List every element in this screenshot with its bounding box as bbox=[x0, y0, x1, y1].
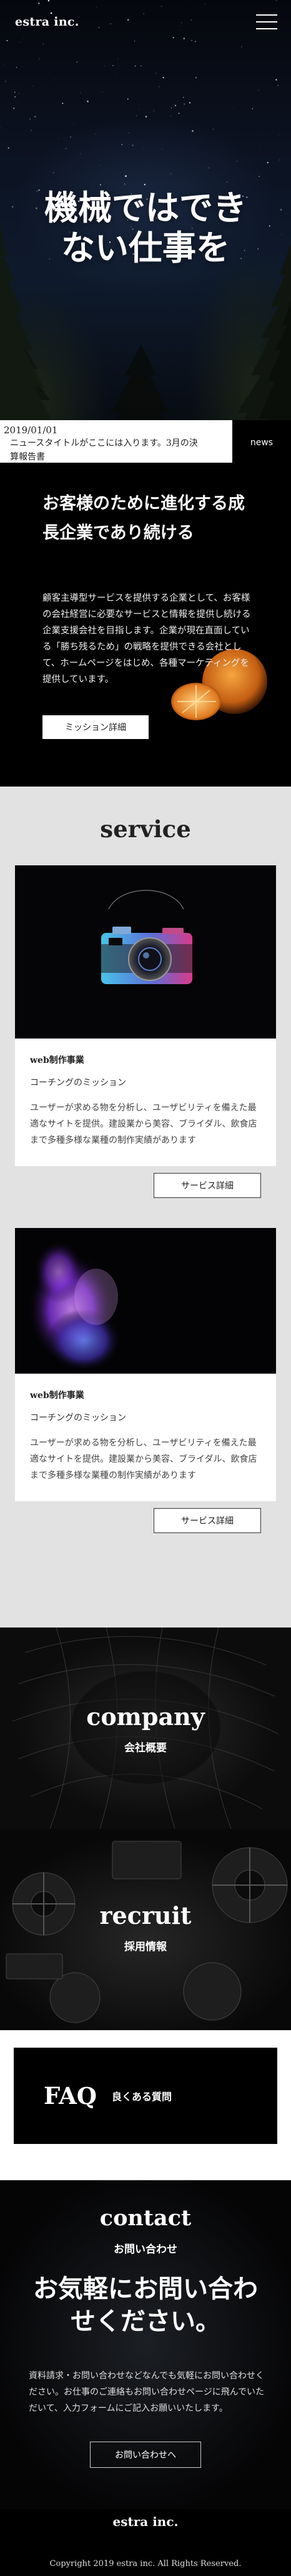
camera-icon bbox=[15, 865, 276, 1039]
site-logo[interactable]: estra inc. bbox=[15, 15, 79, 29]
service-card-body: web制作事業 コーチングのミッション ユーザーが求める物を分析し、ユーザビリテ… bbox=[15, 1039, 276, 1166]
hero-title-line2: ない仕事を bbox=[61, 228, 230, 268]
faq-subtitle: 良くある質問 bbox=[112, 2091, 172, 2103]
recruit-subtitle: 採用情報 bbox=[124, 1941, 167, 1953]
smoke-icon bbox=[15, 1228, 276, 1374]
site-footer: estra inc. Copyright 2019 estra inc. All… bbox=[0, 2509, 291, 2576]
news-title-line2: 算報告書 bbox=[10, 452, 45, 462]
service-title: service bbox=[100, 815, 191, 843]
service-card-description: ユーザーが求める物を分析し、ユーザビリティを備えた最適なサイトを提供。建設業から… bbox=[30, 1103, 257, 1145]
hero-title: 機械ではでき ない仕事を bbox=[0, 188, 291, 268]
news-item[interactable]: 2019/01/01 ニュースタイトルがここには入ります。3月の決 算報告書 bbox=[0, 420, 232, 463]
about-heading: お客様のために進化する成長企業であり続ける bbox=[42, 494, 245, 543]
service-card-body: web制作事業 コーチングのミッション ユーザーが求める物を分析し、ユーザビリテ… bbox=[15, 1374, 276, 1501]
faq-title: FAQ bbox=[44, 2082, 97, 2110]
contact-section: contact お問い合わせ お気軽にお問い合わ せください。 資料請求・お問い… bbox=[0, 2180, 291, 2509]
hamburger-menu-icon[interactable] bbox=[256, 14, 277, 29]
service-card-subtitle: コーチングのミッション bbox=[30, 1413, 126, 1423]
contact-title: contact bbox=[99, 2205, 192, 2231]
service-section: service web制作事業 コーチングのミッション ユーザーが求める物を分析… bbox=[0, 787, 291, 1628]
service-card-tag: web制作事業 bbox=[30, 1391, 84, 1401]
faq-link-block[interactable]: FAQ 良くある質問 bbox=[14, 2048, 277, 2144]
company-link-block[interactable]: company 会社概要 bbox=[0, 1628, 291, 1829]
machinery-image bbox=[6, 1841, 288, 2023]
hero-title-line1: 機械ではでき bbox=[44, 188, 247, 228]
contact-button[interactable]: お問い合わせへ bbox=[90, 2442, 201, 2468]
mission-detail-button[interactable]: ミッション詳細 bbox=[42, 715, 149, 739]
purple-smoke-image bbox=[15, 1228, 276, 1374]
faq-section: FAQ 良くある質問 bbox=[0, 2030, 291, 2180]
service-card: web制作事業 コーチングのミッション ユーザーが求める物を分析し、ユーザビリテ… bbox=[15, 865, 276, 1198]
about-section: お客様のために進化する成長企業であり続ける 顧客主導型サービスを提供する企業とし… bbox=[0, 463, 291, 787]
news-title-line1: ニュースタイトルがここには入ります。3月の決 bbox=[10, 438, 198, 448]
contact-headline: お気軽にお問い合わ せください。 bbox=[0, 2273, 291, 2338]
company-title: company bbox=[86, 1703, 205, 1731]
news-date: 2019/01/01 bbox=[4, 425, 58, 436]
copyright-text: Copyright 2019 estra inc. All Rights Res… bbox=[49, 2559, 242, 2568]
news-bar: 2019/01/01 ニュースタイトルがここには入ります。3月の決 算報告書 n… bbox=[0, 420, 291, 463]
news-label[interactable]: news bbox=[232, 420, 291, 463]
service-card-subtitle: コーチングのミッション bbox=[30, 1078, 126, 1088]
about-body: 顧客主導型サービスを提供する企業として、お客様の会社経営に必要なサービスと情報を… bbox=[42, 593, 251, 685]
contact-body: 資料請求・お問い合わせなどなんでも気軽にお問い合わせください。お仕事のご連絡もお… bbox=[29, 2371, 265, 2413]
recruit-title: recruit bbox=[99, 1901, 192, 1929]
service-card: web制作事業 コーチングのミッション ユーザーが求める物を分析し、ユーザビリテ… bbox=[15, 1228, 276, 1533]
contact-subtitle: お問い合わせ bbox=[114, 2243, 177, 2256]
service-card-tag: web制作事業 bbox=[30, 1055, 84, 1065]
site-header: estra inc. bbox=[0, 0, 291, 44]
contact-headline-line1: お気軽にお問い合わ bbox=[33, 2274, 258, 2303]
footer-logo[interactable]: estra inc. bbox=[0, 2514, 291, 2529]
company-subtitle: 会社概要 bbox=[124, 1742, 167, 1754]
service-card-description: ユーザーが求める物を分析し、ユーザビリティを備えた最適なサイトを提供。建設業から… bbox=[30, 1438, 257, 1481]
service-detail-button[interactable]: サービス詳細 bbox=[154, 1173, 261, 1198]
recruit-link-block[interactable]: recruit 採用情報 bbox=[0, 1829, 291, 2030]
service-detail-button[interactable]: サービス詳細 bbox=[154, 1508, 261, 1533]
camera-image bbox=[15, 865, 276, 1039]
hero-section: estra inc. 機械ではでき ない仕事を 2019/01/01 ニュースタ… bbox=[0, 0, 291, 463]
contact-headline-line2: せください。 bbox=[71, 2307, 220, 2336]
news-title: ニュースタイトルがここには入ります。3月の決 算報告書 bbox=[4, 436, 225, 463]
